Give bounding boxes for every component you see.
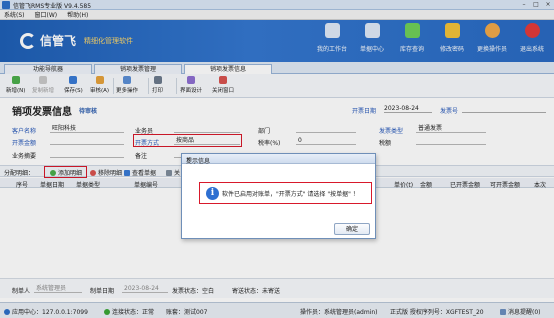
dialog-close-icon[interactable]: × (186, 156, 372, 164)
dialog-title-bar: 提示信息 × (182, 154, 375, 165)
ok-button[interactable]: 确定 (334, 223, 370, 235)
app-window: 信管飞RMS专业版 V9.4.585 – □ × 系统(S) 窗口(W) 帮助(… (0, 0, 554, 318)
message-highlight-box (199, 182, 372, 204)
info-dialog: 提示信息 × i 软件已启用对账单，"开票方式" 请选择 "按单据" ！ 确定 (181, 153, 376, 239)
